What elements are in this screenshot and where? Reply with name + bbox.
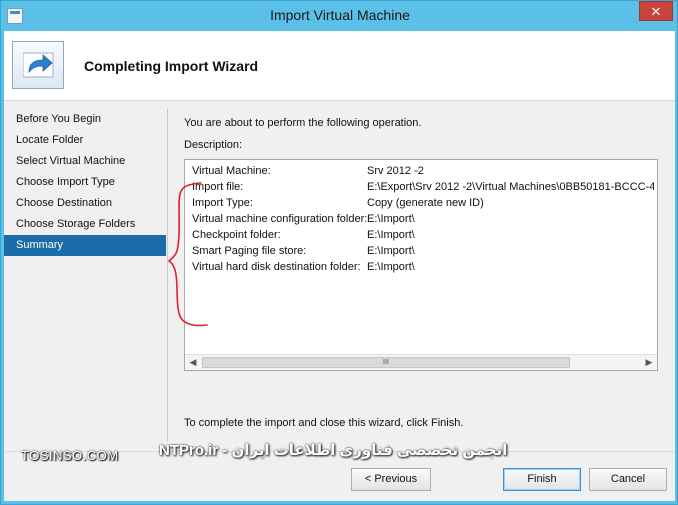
scroll-grip-icon: III bbox=[383, 359, 389, 366]
window-title: Import Virtual Machine bbox=[270, 7, 410, 23]
row-value: E:\Import\ bbox=[367, 213, 415, 225]
description-row: Checkpoint folder: E:\Import\ bbox=[192, 229, 654, 245]
scroll-right-icon[interactable]: ▶ bbox=[641, 355, 657, 370]
nav-step-before-you-begin[interactable]: Before You Begin bbox=[4, 109, 166, 130]
description-label: Description: bbox=[184, 139, 243, 151]
nav-step-summary[interactable]: Summary bbox=[4, 235, 166, 256]
description-row: Virtual hard disk destination folder: E:… bbox=[192, 261, 654, 277]
import-vm-window: Import Virtual Machine ✕ Completing Impo… bbox=[0, 0, 678, 505]
nav-step-choose-storage-folders[interactable]: Choose Storage Folders bbox=[4, 214, 166, 235]
row-value: E:\Import\ bbox=[367, 229, 415, 241]
summary-panel: You are about to perform the following o… bbox=[184, 117, 660, 429]
row-key: Virtual Machine: bbox=[192, 165, 271, 177]
watermark-left: TOSINSO.COM bbox=[21, 448, 119, 463]
horizontal-scrollbar[interactable]: ◀ III ▶ bbox=[185, 354, 657, 370]
wizard-arrow-icon bbox=[12, 41, 64, 89]
summary-intro-text: You are about to perform the following o… bbox=[184, 117, 422, 129]
wizard-page-title: Completing Import Wizard bbox=[84, 58, 259, 74]
row-key: Virtual machine configuration folder: bbox=[192, 213, 368, 225]
description-row: Smart Paging file store: E:\Import\ bbox=[192, 245, 654, 261]
row-key: Virtual hard disk destination folder: bbox=[192, 261, 361, 273]
previous-button[interactable]: < Previous bbox=[351, 468, 431, 491]
wizard-header: Completing Import Wizard bbox=[4, 31, 675, 101]
title-bar[interactable]: Import Virtual Machine ✕ bbox=[1, 1, 678, 31]
cancel-button[interactable]: Cancel bbox=[589, 468, 667, 491]
row-value: Copy (generate new ID) bbox=[367, 197, 484, 209]
close-button[interactable]: ✕ bbox=[639, 1, 673, 21]
description-box[interactable]: Virtual Machine: Srv 2012 -2 Import file… bbox=[184, 159, 658, 371]
description-row: Virtual Machine: Srv 2012 -2 bbox=[192, 165, 654, 181]
watermark-right: انجمن تخصصی فناوری اطلاعات ایران - NTPro… bbox=[159, 442, 508, 459]
scroll-left-icon[interactable]: ◀ bbox=[185, 355, 201, 370]
row-value: Srv 2012 -2 bbox=[367, 165, 424, 177]
nav-step-choose-destination[interactable]: Choose Destination bbox=[4, 193, 166, 214]
row-value: E:\Import\ bbox=[367, 245, 415, 257]
finish-instruction-text: To complete the import and close this wi… bbox=[184, 417, 464, 429]
scroll-thumb[interactable]: III bbox=[202, 357, 570, 368]
row-value: E:\Export\Srv 2012 -2\Virtual Machines\0… bbox=[367, 181, 654, 193]
nav-step-select-virtual-machine[interactable]: Select Virtual Machine bbox=[4, 151, 166, 172]
wizard-steps-nav: Before You Begin Locate Folder Select Vi… bbox=[4, 109, 166, 256]
wizard-client-area: Completing Import Wizard Before You Begi… bbox=[4, 31, 675, 501]
description-row: Import Type: Copy (generate new ID) bbox=[192, 197, 654, 213]
row-value: E:\Import\ bbox=[367, 261, 415, 273]
nav-step-choose-import-type[interactable]: Choose Import Type bbox=[4, 172, 166, 193]
nav-step-locate-folder[interactable]: Locate Folder bbox=[4, 130, 166, 151]
red-bracket-annotation bbox=[167, 182, 208, 327]
description-row: Virtual machine configuration folder: E:… bbox=[192, 213, 654, 229]
description-row: Import file: E:\Export\Srv 2012 -2\Virtu… bbox=[192, 181, 654, 197]
finish-button[interactable]: Finish bbox=[503, 468, 581, 491]
